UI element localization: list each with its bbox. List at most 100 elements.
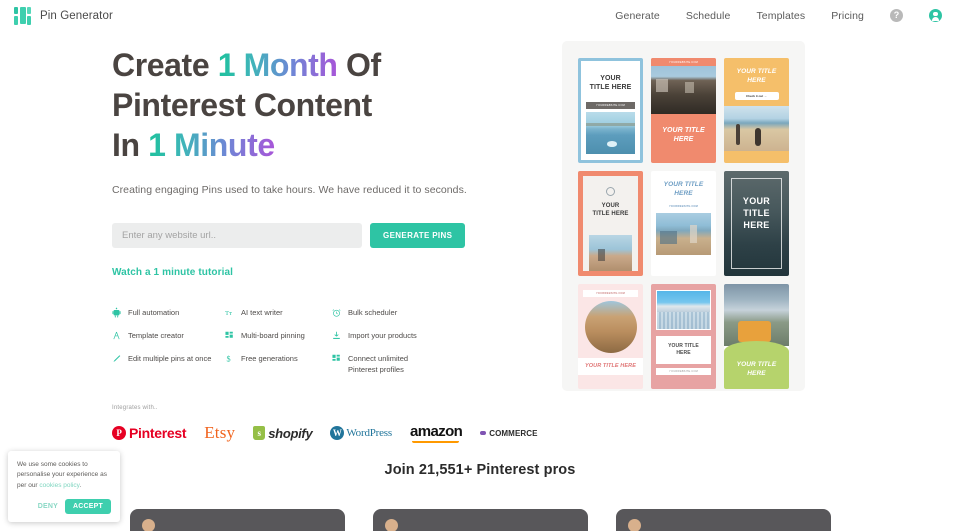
testimonial-card[interactable] <box>129 509 345 531</box>
cookies-policy-link[interactable]: cookies policy <box>39 482 79 489</box>
cookie-text: We use some cookies to personalise your … <box>17 460 111 492</box>
pin-card-9[interactable]: YOUR TITLE HERE <box>724 284 789 389</box>
pin-photo <box>724 284 789 346</box>
pin-title: YOUR TITLE HERE <box>736 361 777 378</box>
pin-badge-icon <box>606 187 615 196</box>
feature-item-import-products: Import your products <box>332 330 457 341</box>
pin-site-caption: YOURWEBSITE.COM <box>595 292 626 295</box>
headline-line-1-suffix: Of <box>337 47 381 83</box>
pin-photo <box>651 66 716 114</box>
pencil-icon <box>112 353 121 364</box>
pin-website-bar: YOURWEBSITE.COM <box>586 101 635 109</box>
dollar-icon: $ <box>225 353 234 364</box>
avatar <box>627 519 641 531</box>
generate-pins-button[interactable]: GENERATE PINS <box>370 223 466 248</box>
help-icon[interactable]: ? <box>890 9 903 22</box>
svg-text:$: $ <box>227 355 231 364</box>
amazon-logo: amazon <box>410 423 463 443</box>
etsy-logo: Etsy <box>204 423 236 442</box>
feature-item-multi-board-pinning: Multi-board pinning <box>225 330 332 341</box>
cookie-consent-banner: We use some cookies to personalise your … <box>8 450 120 522</box>
feature-list: Full automation Tт AI text writer Bulk s… <box>112 307 457 375</box>
pin-card-8[interactable]: YOUR TITLE HERE YOURWEBSITE.COM <box>651 284 716 389</box>
compass-icon <box>112 330 121 341</box>
cookie-actions: DENY ACCEPT <box>17 499 111 514</box>
feature-item-full-automation: Full automation <box>112 307 225 318</box>
wordpress-icon: W <box>330 426 345 440</box>
pinterest-logo: P Pinterest <box>112 425 187 441</box>
pin-title: YOUR TITLE HERE <box>742 196 771 231</box>
pin-card-5[interactable]: YOUR TITLE HERE YOURWEBSITE.COM <box>651 171 716 276</box>
avatar <box>141 519 155 531</box>
alarm-clock-icon <box>332 307 341 318</box>
pin-title-box: YOUR TITLE HERE <box>656 336 711 364</box>
pin-photo <box>656 212 711 255</box>
feature-label: Bulk scheduler <box>348 308 398 317</box>
nav-item-schedule[interactable]: Schedule <box>686 10 731 22</box>
pin-site-caption: YOURWEBSITE.COM <box>596 103 625 107</box>
social-proof-heading: Join 21,551+ Pinterest pros <box>384 462 576 478</box>
feature-item-connect-profiles: Connect unlimited Pinterest profiles <box>332 353 457 375</box>
pin-photo <box>724 105 789 151</box>
feature-item-ai-text-writer: Tт AI text writer <box>225 307 332 318</box>
avatar <box>384 519 398 531</box>
grid-icon <box>332 353 341 364</box>
download-icon <box>332 330 341 341</box>
pin-site-caption: YOURWEBSITE.COM <box>669 369 698 373</box>
user-avatar-icon[interactable] <box>929 9 942 22</box>
site-header: Pin Generator Generate Schedule Template… <box>0 0 960 31</box>
pin-card-6[interactable]: YOUR TITLE HERE <box>724 171 789 276</box>
brand-logo[interactable]: Pin Generator <box>14 7 113 25</box>
pin-photo <box>584 301 637 353</box>
woocommerce-logo: COMMERCE <box>480 429 537 438</box>
pin-preview-panel: YOUR TITLE HERE YOURWEBSITE.COM YOURWEBSI… <box>562 41 805 391</box>
pin-card-3[interactable]: YOUR TITLE HERE Check it out → <box>724 58 789 163</box>
headline-line-3-prefix: In <box>112 127 149 163</box>
pin-photo <box>586 111 635 154</box>
pin-card-7[interactable]: YOURWEBSITE.COM YOUR TITLE HERE <box>578 284 643 389</box>
feature-label: Multi-board pinning <box>241 331 305 340</box>
pin-title: YOUR TITLE HERE <box>663 181 704 197</box>
headline-highlight-minute: 1 Minute <box>148 127 275 163</box>
shopify-label: shopify <box>268 425 313 441</box>
pin-card-4[interactable]: YOUR TITLE HERE <box>578 171 643 276</box>
headline-line-2: Pinterest Content <box>112 87 372 123</box>
nav-item-pricing[interactable]: Pricing <box>831 10 864 22</box>
pin-photo <box>656 290 711 330</box>
cookie-accept-button[interactable]: ACCEPT <box>65 499 111 514</box>
hero-subheadline: Creating engaging Pins used to take hour… <box>112 184 467 196</box>
pin-inner: YOUR TITLE HERE <box>583 176 638 271</box>
pin-title: YOUR TITLE HERE <box>736 68 777 84</box>
pin-site-caption: YOURWEBSITE.COM <box>668 204 699 208</box>
pin-template-grid: YOUR TITLE HERE YOURWEBSITE.COM YOURWEBSI… <box>578 58 789 389</box>
pinterest-label: Pinterest <box>129 425 187 441</box>
pin-card-2[interactable]: YOURWEBSITE.COM YOUR TITLE HERE <box>651 58 716 163</box>
website-url-input[interactable] <box>112 223 362 248</box>
testimonial-list <box>0 509 960 531</box>
brand-name: Pin Generator <box>40 9 113 22</box>
pin-website-bar: YOURWEBSITE.COM <box>583 290 638 297</box>
testimonial-card[interactable] <box>615 509 831 531</box>
headline-highlight-month: 1 Month <box>217 47 338 83</box>
pin-title: YOUR TITLE HERE <box>668 343 699 356</box>
testimonial-card[interactable] <box>372 509 588 531</box>
watch-tutorial-link[interactable]: Watch a 1 minute tutorial <box>112 267 233 278</box>
feature-item-bulk-scheduler: Bulk scheduler <box>332 307 457 318</box>
feature-label: Full automation <box>128 308 180 317</box>
shopify-icon <box>253 426 266 440</box>
pin-title: YOUR TITLE HERE <box>592 203 629 218</box>
shopify-logo: shopify <box>253 425 313 441</box>
pinterest-icon: P <box>112 426 126 440</box>
cookie-text-b: . <box>79 481 82 489</box>
feature-label: Import your products <box>348 331 417 340</box>
nav-item-templates[interactable]: Templates <box>756 10 805 22</box>
nav-item-generate[interactable]: Generate <box>615 10 660 22</box>
wordpress-label: WordPress <box>346 427 392 439</box>
feature-label: Edit multiple pins at once <box>128 354 212 363</box>
pin-title: YOUR TITLE HERE <box>578 358 643 376</box>
cookie-deny-button[interactable]: DENY <box>38 503 58 510</box>
integrates-with-label: Integrates with.. <box>112 405 158 411</box>
generate-form: GENERATE PINS <box>112 223 560 248</box>
pin-card-1[interactable]: YOUR TITLE HERE YOURWEBSITE.COM <box>578 58 643 163</box>
feature-label: AI text writer <box>241 308 283 317</box>
